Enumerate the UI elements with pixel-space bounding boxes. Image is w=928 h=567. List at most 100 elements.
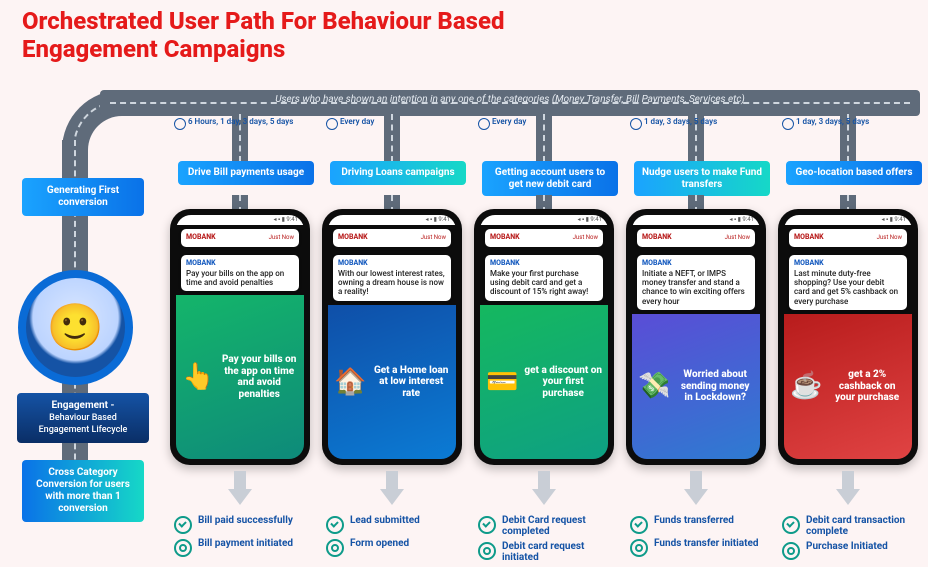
check-icon	[630, 516, 648, 534]
hero-5: ☕ get a 2% cashback on your purchase	[784, 314, 912, 459]
notif-4a-when: Just Now	[725, 234, 750, 241]
notif-2b-msg: With our lowest interest rates, owning a…	[338, 269, 446, 297]
phone-statusbar: ◂ ▪ ▮ 9:41	[480, 215, 608, 225]
phone-screen-2: ◂ ▪ ▮ 9:41 MOBANK Just Now MOBANK With ou…	[328, 215, 456, 459]
outcome-5a: Debit card transaction complete	[782, 515, 914, 537]
phone-2: ◂ ▪ ▮ 9:41 MOBANK Just Now MOBANK With ou…	[322, 209, 462, 465]
phone-statusbar: ◂ ▪ ▮ 9:41	[784, 215, 912, 225]
timing-4: 1 day, 3 days, 5 days	[644, 118, 764, 127]
clock-icon	[174, 118, 186, 130]
timing-2: Every day	[340, 118, 460, 127]
road-top-caption: Users who have shown an intention in any…	[120, 94, 900, 105]
outcome-4b: Funds transfer initiated	[630, 538, 762, 557]
timing-3: Every day	[492, 118, 612, 127]
notif-4b: MOBANK Initiate a NEFT, or IMPS money tr…	[637, 255, 755, 310]
notif-5b: MOBANK Last minute duty-free shopping? U…	[789, 255, 907, 310]
phone-5: ◂ ▪ ▮ 9:41 MOBANKJust Now MOBANK Last mi…	[778, 209, 918, 465]
outcomes-1: Bill paid successfully Bill payment init…	[170, 511, 310, 561]
hero-5-icon: ☕	[790, 366, 822, 406]
road-elbow	[62, 90, 122, 150]
outcome-4a: Funds transferred	[630, 515, 762, 534]
check-icon	[782, 516, 800, 534]
phone-statusbar: ◂ ▪ ▮ 9:41	[176, 215, 304, 225]
label-4: Nudge users to make Fund transfers	[634, 161, 770, 196]
outcome-1a: Bill paid successfully	[174, 515, 306, 534]
label-5: Geo-location based offers	[786, 161, 922, 185]
brand-label: MOBANK	[338, 233, 368, 241]
outcomes-2: Lead submitted Form opened	[322, 511, 462, 561]
notif-3a-when: Just Now	[573, 234, 598, 241]
check-icon	[478, 516, 496, 534]
phone-screen-5: ◂ ▪ ▮ 9:41 MOBANKJust Now MOBANK Last mi…	[784, 215, 912, 459]
phone-4: ◂ ▪ ▮ 9:41 MOBANK Just Now MOBANK Initiat…	[626, 209, 766, 465]
brand-label: MOBANK	[186, 259, 216, 267]
outcome-3a: Debit Card request completed	[478, 515, 610, 537]
outcome-5b: Purchase Initiated	[782, 541, 914, 560]
hero-3: 💳 get a discount on your first purchase	[480, 305, 608, 459]
outcome-2b: Form opened	[326, 538, 458, 557]
phone-screen-1: ◂ ▪ ▮ 9:41 MOBANK Just Now MOBANK Pay you…	[176, 215, 304, 459]
notif-2b: MOBANK With our lowest interest rates, o…	[333, 255, 451, 301]
brand-label: MOBANK	[794, 233, 824, 241]
notif-3a: MOBANK Just Now	[485, 229, 603, 247]
clock-icon	[478, 118, 490, 130]
phone-statusbar: ◂ ▪ ▮ 9:41	[328, 215, 456, 225]
hero-4-msg: Worried about sending money in Lockdown?	[676, 369, 754, 404]
phone-screen-4: ◂ ▪ ▮ 9:41 MOBANK Just Now MOBANK Initiat…	[632, 215, 760, 459]
notif-4a: MOBANK Just Now	[637, 229, 755, 247]
pill-first-conversion: Generating First conversion	[22, 178, 144, 216]
label-1: Drive Bill payments usage	[178, 161, 314, 185]
notif-1b-msg: Pay your bills on the app on time and av…	[186, 269, 294, 287]
target-icon	[174, 539, 192, 557]
brand-label: MOBANK	[642, 233, 672, 241]
brand-label: MOBANK	[794, 259, 824, 267]
notif-2a-when: Just Now	[421, 234, 446, 241]
pill-engagement-title: Engagement -	[52, 400, 115, 411]
columns: 6 Hours, 1 day, 3 days, 5 days Drive Bil…	[170, 113, 920, 529]
phone-3: ◂ ▪ ▮ 9:41 MOBANK Just Now MOBANK Make yo…	[474, 209, 614, 465]
outcomes-4: Funds transferred Funds transfer initiat…	[626, 511, 766, 561]
check-icon	[174, 516, 192, 534]
hero-1-icon: 👆	[182, 357, 214, 397]
label-2: Driving Loans campaigns	[330, 161, 466, 185]
timing-5: 1 day, 3 days, 5 days	[796, 118, 916, 127]
notif-2a: MOBANK Just Now	[333, 229, 451, 247]
arrow-down-icon	[228, 471, 252, 507]
hero-1: 👆 Pay your bills on the app on time and …	[176, 295, 304, 459]
hero-5-msg: get a 2% cashback on your purchase	[828, 369, 906, 404]
arrow-down-icon	[380, 471, 404, 507]
notif-1a-when: Just Now	[269, 234, 294, 241]
target-icon	[782, 542, 800, 560]
outcome-2a: Lead submitted	[326, 515, 458, 534]
hero-4: 💸 Worried about sending money in Lockdow…	[632, 314, 760, 459]
page-title: Orchestrated User Path For Behaviour Bas…	[22, 8, 582, 63]
label-3: Getting account users to get new debit c…	[482, 161, 618, 196]
target-icon	[478, 542, 496, 560]
pill-engagement-sub: Behaviour Based Engagement Lifecycle	[39, 413, 128, 435]
outcome-3b: Debit card request initiated	[478, 541, 610, 563]
notif-4b-msg: Initiate a NEFT, or IMPS money transfer …	[642, 269, 750, 306]
phone-statusbar: ◂ ▪ ▮ 9:41	[632, 215, 760, 225]
pill-engagement: Engagement - Behaviour Based Engagement …	[17, 393, 149, 443]
notif-3b-msg: Make your first purchase using debit car…	[490, 269, 598, 297]
phone-1: ◂ ▪ ▮ 9:41 MOBANK Just Now MOBANK Pay you…	[170, 209, 310, 465]
timing-1: 6 Hours, 1 day, 3 days, 5 days	[188, 118, 308, 127]
clock-icon	[630, 118, 642, 130]
arrow-down-icon	[684, 471, 708, 507]
hero-3-msg: get a discount on your first purchase	[524, 365, 602, 400]
notif-1b: MOBANK Pay your bills on the app on time…	[181, 255, 299, 291]
brand-label: MOBANK	[490, 233, 520, 241]
outcomes-5: Debit card transaction complete Purchase…	[778, 511, 918, 564]
hero-4-icon: 💸	[638, 366, 670, 406]
target-icon	[326, 539, 344, 557]
notif-5b-msg: Last minute duty-free shopping? Use your…	[794, 269, 902, 306]
persona-avatar	[18, 270, 133, 385]
check-icon	[326, 516, 344, 534]
phone-screen-3: ◂ ▪ ▮ 9:41 MOBANK Just Now MOBANK Make yo…	[480, 215, 608, 459]
arrow-down-icon	[532, 471, 556, 507]
notif-5a: MOBANKJust Now	[789, 229, 907, 247]
hero-2-msg: Get a Home loan at low interest rate	[372, 365, 450, 400]
hero-2-icon: 🏠	[334, 362, 366, 402]
hero-3-icon: 💳	[486, 362, 518, 402]
arrow-down-icon	[836, 471, 860, 507]
